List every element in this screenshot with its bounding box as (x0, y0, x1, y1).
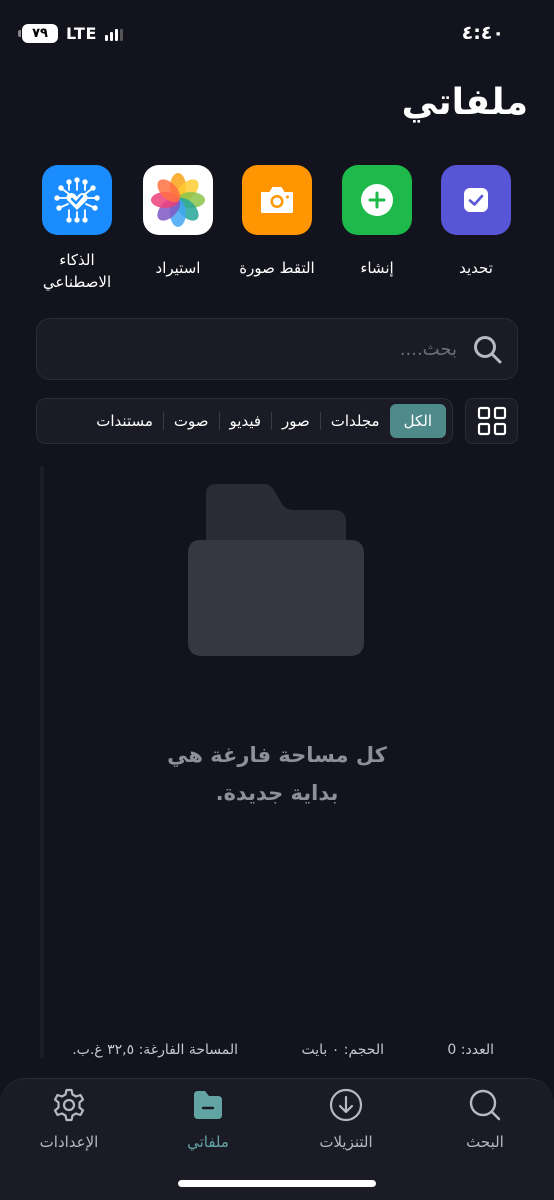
ai-action[interactable]: الذكاء الاصطناعي (22, 165, 132, 293)
storage-stats: العدد: 0 الحجم: ٠ بايت المساحة الفارغة: … (0, 1042, 554, 1064)
nav-my-files[interactable]: ملفاتي (153, 1087, 263, 1151)
ai-label-line1: الذكاء (59, 251, 95, 269)
search-input[interactable] (57, 319, 457, 379)
select-action-label: تحديد (459, 259, 493, 277)
status-time: ٤:٤٠ (461, 22, 504, 44)
folder-icon (194, 1091, 222, 1119)
network-type: LTE (66, 24, 97, 43)
search-icon (469, 1089, 501, 1121)
tab-photos[interactable]: صور (272, 404, 320, 438)
camera-icon (242, 165, 312, 235)
checkbox-icon (441, 165, 511, 235)
tab-videos[interactable]: فيديو (220, 404, 272, 438)
nav-my-files-label: ملفاتي (187, 1133, 229, 1151)
empty-message-line2: بداية جديدة. (215, 781, 339, 805)
download-icon (329, 1088, 363, 1122)
nav-search[interactable]: البحث (430, 1087, 540, 1151)
plus-icon (342, 165, 412, 235)
nav-settings[interactable]: الإعدادات (14, 1087, 124, 1151)
create-action[interactable]: إنشاء (322, 165, 432, 279)
take-photo-action[interactable]: التقط صورة (222, 165, 332, 279)
status-bar: ٧٩ LTE ٤:٤٠ (0, 0, 554, 70)
nav-search-label: البحث (466, 1133, 504, 1151)
grid-icon (477, 406, 506, 436)
signal-icon (104, 27, 123, 41)
nav-settings-label: الإعدادات (39, 1133, 99, 1151)
take-photo-action-label: التقط صورة (239, 259, 315, 277)
import-action[interactable]: استيراد (123, 165, 233, 279)
page-title: ملفاتي (401, 82, 528, 123)
import-action-label: استيراد (155, 259, 201, 277)
tab-documents[interactable]: مستندات (86, 404, 163, 438)
home-indicator (178, 1180, 376, 1187)
ai-chip-icon (42, 165, 112, 235)
grid-view-button[interactable] (465, 398, 518, 444)
search-icon (474, 336, 502, 364)
create-action-label: إنشاء (360, 259, 394, 277)
tab-audio[interactable]: صوت (164, 404, 219, 438)
nav-downloads[interactable]: التنزيلات (291, 1087, 401, 1151)
filter-tabs: الكل مجلدات صور فيديو صوت مستندات (36, 398, 453, 444)
gear-icon (53, 1088, 85, 1122)
select-action[interactable]: تحديد (421, 165, 531, 279)
search-bar (36, 318, 518, 380)
total-size: الحجم: ٠ بايت (301, 1042, 384, 1058)
battery-indicator: ٧٩ (18, 24, 58, 43)
empty-folder-icon (188, 484, 364, 656)
file-count: العدد: 0 (447, 1042, 494, 1058)
scrollbar[interactable] (40, 466, 44, 1058)
empty-message-line1: كل مساحة فارغة هي (167, 743, 387, 767)
status-indicators: ٧٩ LTE (18, 24, 123, 43)
empty-state-message: كل مساحة فارغة هي بداية جديدة. (120, 736, 434, 812)
nav-downloads-label: التنزيلات (319, 1133, 373, 1151)
photos-icon (143, 165, 213, 235)
tab-all[interactable]: الكل (389, 404, 446, 438)
tab-folders[interactable]: مجلدات (321, 404, 390, 438)
ai-action-label: الذكاء الاصطناعي (22, 249, 132, 293)
quick-actions: تحديد إنشاء التقط صورة استيراد الذكاء ال… (0, 165, 554, 305)
ai-label-line2: الاصطناعي (42, 273, 112, 291)
free-space: المساحة الفارغة: ٣٢,٥ غ.ب. (72, 1042, 238, 1058)
